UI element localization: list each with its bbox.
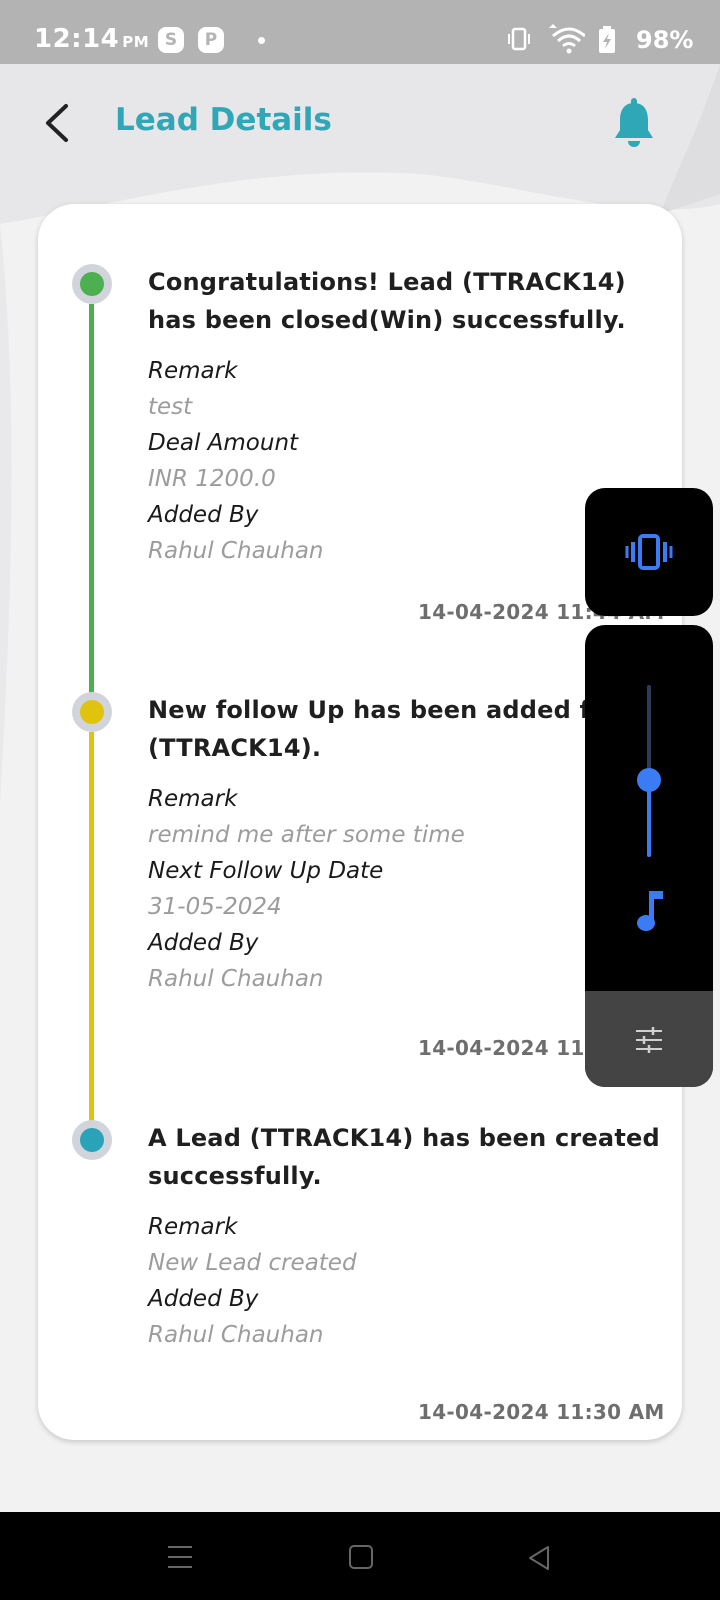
status-ampm: PM (122, 33, 150, 51)
battery-icon (599, 26, 615, 53)
timeline-entry: A Lead (TTRACK14) has been created succe… (148, 1119, 668, 1353)
menu-icon[interactable] (166, 1544, 194, 1570)
more-notifications-dot (258, 37, 265, 44)
timeline-dot (72, 692, 112, 732)
wifi-icon (549, 24, 585, 54)
field-label: Remark (148, 1214, 238, 1240)
status-time: 12:14 PM (34, 24, 150, 54)
timeline-connector (89, 304, 94, 702)
timeline-dot (72, 264, 112, 304)
field-label: Added By (148, 1286, 259, 1312)
field-label: Remark (148, 358, 238, 384)
app-notification-icon: P (198, 27, 224, 53)
back-button[interactable] (38, 98, 78, 148)
bell-icon (615, 98, 653, 147)
home-icon[interactable] (348, 1544, 374, 1570)
vibrate-icon (625, 534, 673, 570)
chevron-left-icon (46, 104, 68, 142)
field-value: Rahul Chauhan (148, 1322, 324, 1348)
page-title: Lead Details (115, 102, 332, 138)
vibrate-status-icon (508, 27, 530, 51)
music-note-icon (637, 891, 663, 931)
field-value: test (148, 394, 193, 420)
field-value: INR 1200.0 (148, 466, 276, 492)
timeline-dot (72, 1120, 112, 1160)
notifications-button[interactable] (612, 98, 656, 150)
entry-timestamp: 14-04-2024 11: (418, 1036, 593, 1060)
volume-settings-button[interactable] (585, 991, 713, 1087)
volume-slider-handle[interactable] (637, 767, 661, 792)
skype-notification-icon: S (158, 27, 184, 53)
entry-timestamp: 14-04-2024 11:30 AM (418, 1400, 665, 1424)
entry-title: Congratulations! Lead (TTRACK14) has bee… (148, 268, 626, 334)
field-label: Deal Amount (148, 430, 299, 456)
entry-title: A Lead (TTRACK14) has been created succe… (148, 1124, 660, 1190)
battery-percentage: 98% (636, 26, 694, 54)
volume-panel (585, 625, 713, 1087)
field-value: New Lead created (148, 1250, 357, 1276)
back-icon[interactable] (526, 1544, 552, 1572)
timeline-connector (89, 732, 94, 1122)
status-bar: 12:14 PM S P 98% (0, 0, 720, 64)
sliders-icon (636, 1027, 662, 1053)
system-navigation-bar (0, 1512, 720, 1600)
ringer-mode-button[interactable] (585, 488, 713, 616)
